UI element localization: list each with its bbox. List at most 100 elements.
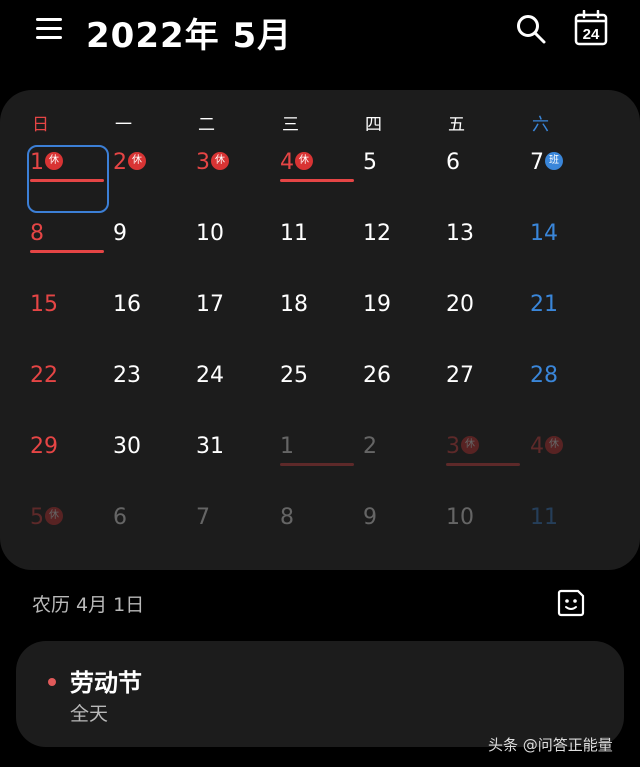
day-number: 22	[30, 363, 58, 388]
day-cell[interactable]: 17	[166, 282, 249, 353]
day-number: 23	[113, 363, 141, 388]
day-cell[interactable]: 3休	[416, 424, 520, 495]
sticker-icon[interactable]	[556, 588, 586, 618]
day-cell[interactable]: 19	[333, 282, 416, 353]
day-number: 18	[280, 292, 308, 317]
day-cell[interactable]: 3休	[166, 140, 249, 211]
day-number: 16	[113, 292, 141, 317]
day-cell[interactable]: 5	[333, 140, 416, 211]
weekday-label: 一	[115, 115, 132, 135]
day-number: 2	[113, 150, 127, 175]
day-number: 3	[446, 434, 460, 459]
day-cell[interactable]: 2	[333, 424, 416, 495]
weekday-label: 三	[282, 115, 299, 135]
event-color-dot	[48, 678, 56, 686]
day-number: 9	[113, 221, 127, 246]
day-cell[interactable]: 9	[333, 495, 416, 566]
app-header: 2022年 5月 24	[0, 0, 640, 70]
page-title: 2022年 5月	[86, 16, 293, 56]
day-cell[interactable]: 30	[83, 424, 166, 495]
day-cell[interactable]: 21	[500, 282, 583, 353]
day-cell[interactable]: 11	[250, 211, 333, 282]
day-cell[interactable]: 8	[250, 495, 333, 566]
day-cell[interactable]: 11	[500, 495, 583, 566]
day-cell[interactable]: 2休	[83, 140, 166, 211]
day-number: 7	[196, 505, 210, 530]
day-cell[interactable]: 12	[333, 211, 416, 282]
day-number: 26	[363, 363, 391, 388]
day-cell[interactable]: 4休	[500, 424, 583, 495]
day-cell[interactable]: 22	[0, 353, 83, 424]
day-cell[interactable]: 14	[500, 211, 583, 282]
day-cell[interactable]: 25	[250, 353, 333, 424]
day-cell[interactable]: 31	[166, 424, 249, 495]
day-cell[interactable]: 6	[83, 495, 166, 566]
lunar-date: 农历 4月 1日	[32, 594, 145, 616]
day-cell[interactable]: 23	[83, 353, 166, 424]
day-number: 30	[113, 434, 141, 459]
day-number: 4	[280, 150, 294, 175]
watermark: 头条 @问答正能量	[488, 736, 613, 754]
day-number: 8	[280, 505, 294, 530]
day-cell[interactable]: 1休	[0, 140, 104, 211]
day-cell[interactable]: 10	[416, 495, 499, 566]
day-cell[interactable]: 10	[166, 211, 249, 282]
event-title: 劳动节	[70, 669, 142, 697]
holiday-badge: 休	[128, 152, 146, 170]
weekday-header: 日一二三四五六	[0, 110, 640, 138]
weekday-label: 五	[448, 115, 465, 135]
day-number: 5	[30, 505, 44, 530]
today-label: 24	[583, 26, 600, 43]
day-number: 21	[530, 292, 558, 317]
day-number: 1	[30, 150, 44, 175]
day-cell[interactable]: 4休	[250, 140, 354, 211]
day-cell[interactable]: 26	[333, 353, 416, 424]
menu-icon[interactable]	[36, 16, 66, 42]
day-number: 6	[446, 150, 460, 175]
day-cell[interactable]: 29	[0, 424, 83, 495]
day-cell[interactable]: 8	[0, 211, 104, 282]
day-cell[interactable]: 18	[250, 282, 333, 353]
day-cell[interactable]: 16	[83, 282, 166, 353]
weekday-label: 四	[365, 115, 382, 135]
search-icon[interactable]	[514, 12, 548, 46]
day-cell[interactable]: 15	[0, 282, 83, 353]
day-cell[interactable]: 5休	[0, 495, 83, 566]
day-number: 8	[30, 221, 44, 246]
holiday-badge: 休	[545, 436, 563, 454]
day-cell[interactable]: 27	[416, 353, 499, 424]
day-cell[interactable]: 1	[250, 424, 354, 495]
day-number: 3	[196, 150, 210, 175]
holiday-badge: 休	[45, 507, 63, 525]
day-cell[interactable]: 28	[500, 353, 583, 424]
workday-badge: 班	[545, 152, 563, 170]
day-number: 7	[530, 150, 544, 175]
day-cell[interactable]: 9	[83, 211, 166, 282]
day-number: 19	[363, 292, 391, 317]
today-button[interactable]: 24	[574, 9, 608, 46]
holiday-badge: 休	[211, 152, 229, 170]
calendar-today-icon: 24	[574, 9, 608, 46]
holiday-badge: 休	[295, 152, 313, 170]
day-cell[interactable]: 24	[166, 353, 249, 424]
day-number: 25	[280, 363, 308, 388]
holiday-badge: 休	[45, 152, 63, 170]
day-number: 15	[30, 292, 58, 317]
weekday-label: 二	[198, 115, 215, 135]
day-number: 2	[363, 434, 377, 459]
day-number: 11	[280, 221, 308, 246]
day-cell[interactable]: 6	[416, 140, 499, 211]
day-number: 1	[280, 434, 294, 459]
day-cell[interactable]: 7班	[500, 140, 583, 211]
day-number: 31	[196, 434, 224, 459]
day-number: 13	[446, 221, 474, 246]
day-cell[interactable]: 13	[416, 211, 499, 282]
day-number: 12	[363, 221, 391, 246]
weekday-label: 日	[32, 115, 49, 135]
day-number: 28	[530, 363, 558, 388]
day-number: 14	[530, 221, 558, 246]
day-cell[interactable]: 20	[416, 282, 499, 353]
day-number: 5	[363, 150, 377, 175]
day-cell[interactable]: 7	[166, 495, 249, 566]
event-card[interactable]: 劳动节 全天	[16, 641, 624, 747]
